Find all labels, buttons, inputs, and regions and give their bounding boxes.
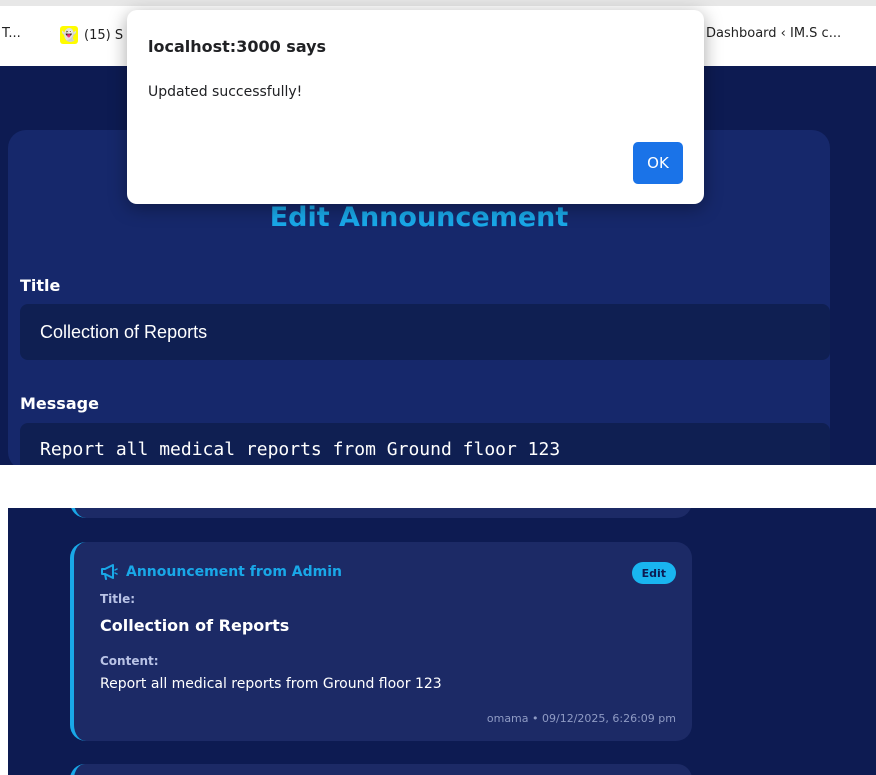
announcement-source: Announcement from Admin xyxy=(126,564,343,580)
bookmark-item[interactable]: T... xyxy=(2,26,21,41)
bookmark-item-dashboard[interactable]: Dashboard ‹ IM.S c... xyxy=(706,26,841,41)
announcement-content: Report all medical reports from Ground f… xyxy=(100,676,442,692)
announcement-content-label: Content: xyxy=(100,654,159,668)
title-label: Title xyxy=(20,276,61,295)
dialog-origin: localhost:3000 says xyxy=(148,37,327,56)
bookmark-label: (15) S xyxy=(84,27,124,43)
megaphone-icon xyxy=(101,564,118,580)
message-textarea[interactable]: Report all medical reports from Ground f… xyxy=(20,423,830,465)
alert-dialog: localhost:3000 says Updated successfully… xyxy=(127,10,704,204)
announcement-title-label: Title: xyxy=(100,592,136,606)
announcement-title: Collection of Reports xyxy=(100,616,290,635)
edit-announcement-screenshot: T... 👻 (15) S Dashboard ‹ IM.S c... Edit… xyxy=(0,0,876,465)
announcement-header: Announcement from Admin xyxy=(100,564,342,580)
announcement-list-screenshot: Announcement from Admin Edit Title: Coll… xyxy=(8,508,876,775)
announcement-meta: omama • 09/12/2025, 6:26:09 pm xyxy=(486,712,676,725)
announcement-card: Announcement from Admin Edit Title: Coll… xyxy=(70,542,692,741)
snapchat-icon: 👻 xyxy=(60,26,78,44)
dialog-message: Updated successfully! xyxy=(148,84,303,100)
title-input[interactable]: Collection of Reports xyxy=(20,304,830,360)
announcement-card-previous xyxy=(70,508,692,518)
edit-button[interactable]: Edit xyxy=(631,562,676,584)
announcement-card-next xyxy=(70,764,692,775)
page-title: Edit Announcement xyxy=(269,202,569,233)
message-label: Message xyxy=(20,394,99,413)
bookmark-item-snapchat[interactable]: 👻 (15) S xyxy=(60,26,123,44)
dialog-ok-button[interactable]: OK xyxy=(633,142,683,184)
